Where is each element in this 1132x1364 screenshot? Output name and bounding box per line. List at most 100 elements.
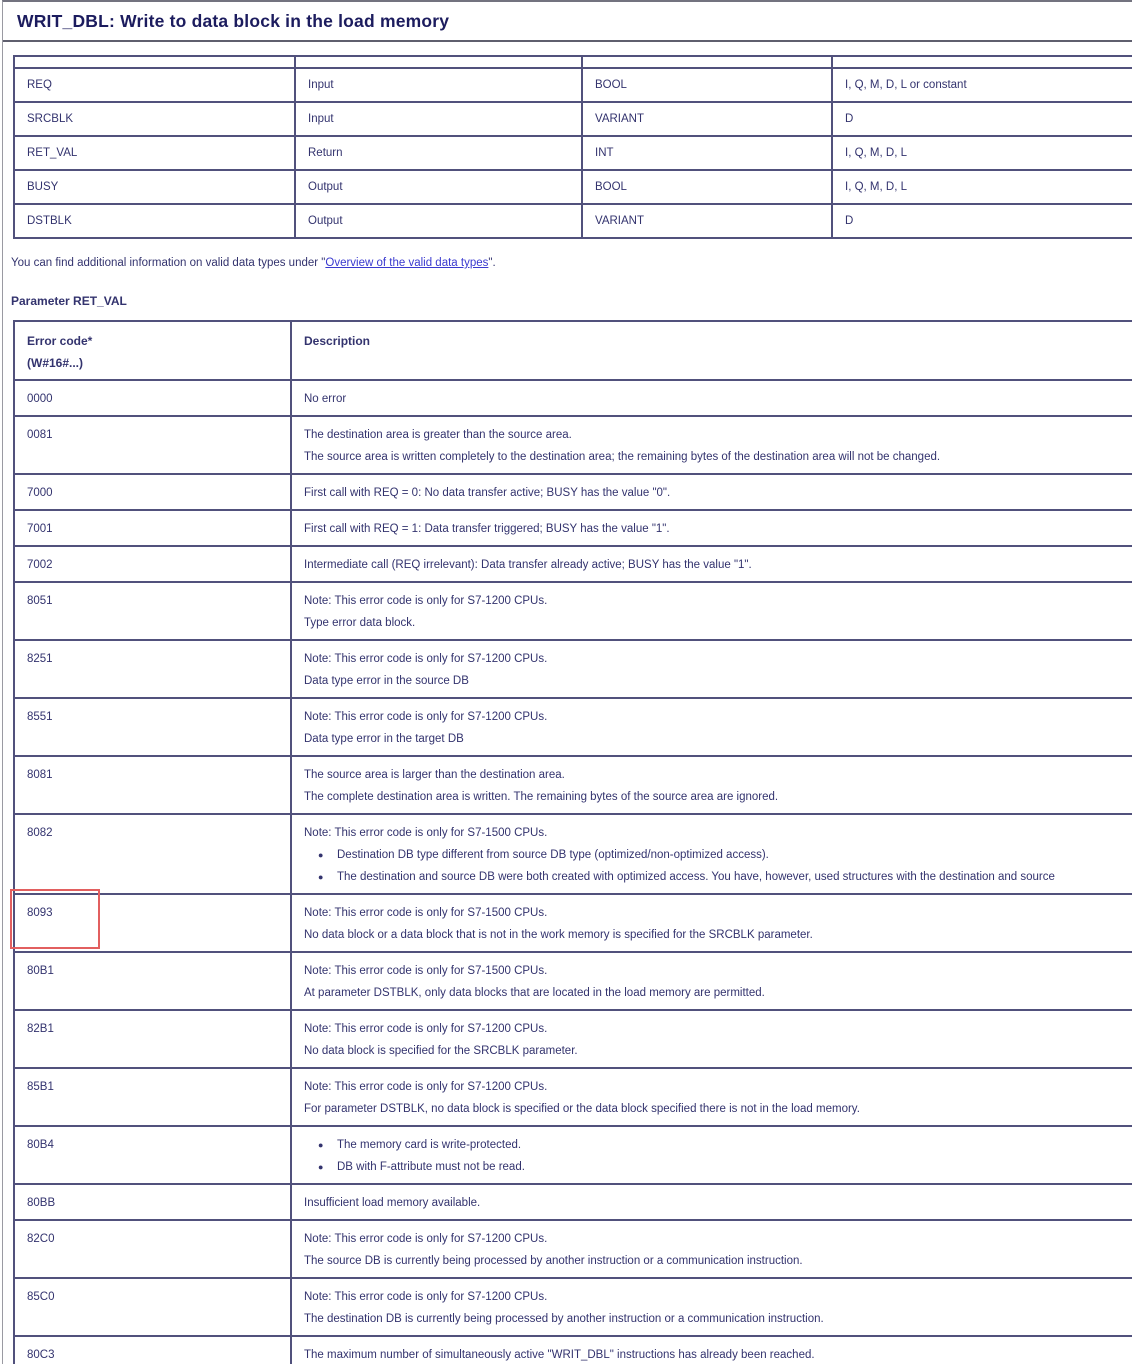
error-description-cell: Note: This error code is only for S7-120… <box>290 697 1132 757</box>
description-line: Note: This error code is only for S7-120… <box>304 711 548 723</box>
page-title: WRIT_DBL: Write to data block in the loa… <box>17 11 450 31</box>
error-code-row: 8082 Note: This error code is only for S7… <box>13 813 1132 895</box>
description-line: At parameter DSTBLK, only data blocks th… <box>304 987 765 999</box>
memory-area-cell: I, Q, M, D, L <box>831 169 1132 205</box>
description-line: First call with REQ = 1: Data transfer t… <box>304 523 670 535</box>
error-code-row: 82B1 Note: This error code is only for S7… <box>13 1009 1132 1069</box>
error-code-value: 82C0 <box>27 1233 55 1245</box>
error-description-cell: Note: This error code is only for S7-120… <box>290 1219 1132 1279</box>
error-code-value: 85B1 <box>27 1081 54 1093</box>
error-code-table: Error code* (W#16#...) Description 0000 N… <box>10 320 1132 1364</box>
error-code-value: 8551 <box>27 711 53 723</box>
parameter-row: DSTBLK Output VARIANT D <box>13 203 1132 239</box>
content-area: REQ Input BOOL I, Q, M, D, L or constant SRC… <box>3 55 1132 1364</box>
error-description-cell: The destination area is greater than the… <box>290 415 1132 475</box>
parameter-row: BUSY Output BOOL I, Q, M, D, L <box>13 169 1132 205</box>
error-description-cell: First call with REQ = 0: No data transfe… <box>290 473 1132 511</box>
error-code-cell: 0000 <box>13 379 292 417</box>
parameter-row: SRCBLK Input VARIANT D <box>13 101 1132 137</box>
error-code-value: 8093 <box>27 907 53 919</box>
error-description-cell: Note: This error code is only for S7-120… <box>290 1067 1132 1127</box>
data-type-cell: BOOL <box>581 169 833 205</box>
description-line: First call with REQ = 0: No data transfe… <box>304 487 671 499</box>
error-code-cell: 82B1 <box>13 1009 292 1069</box>
error-table-header-row: Error code* (W#16#...) Description <box>13 320 1132 381</box>
info-text-suffix: ". <box>488 257 496 269</box>
error-description-cell: Note: This error code is only for S7-120… <box>290 581 1132 641</box>
error-code-value: 8251 <box>27 653 53 665</box>
description-line: Data type error in the source DB <box>304 675 469 687</box>
error-code-row: 0081 The destination area is greater than… <box>13 415 1132 475</box>
error-code-row: 80C3 The maximum number of simultaneously… <box>13 1335 1132 1364</box>
error-code-row: 8093 Note: This error code is only for S7… <box>10 889 1132 953</box>
description-line: Note: This error code is only for S7-120… <box>304 1291 548 1303</box>
clipped-header-cell <box>831 55 1132 69</box>
error-code-row: 0000 No error <box>13 379 1132 417</box>
description-line: For parameter DSTBLK, no data block is s… <box>304 1103 860 1115</box>
error-code-row: 85B1 Note: This error code is only for S7… <box>13 1067 1132 1127</box>
error-description-cell: Note: This error code is only for S7-150… <box>290 813 1132 895</box>
description-line: Note: This error code is only for S7-150… <box>304 965 548 977</box>
error-code-value: 8081 <box>27 769 53 781</box>
parameter-name-cell: SRCBLK <box>13 101 296 137</box>
data-type-cell: VARIANT <box>581 101 833 137</box>
description-line: No data block or a data block that is no… <box>304 929 813 941</box>
error-code-value: 8051 <box>27 595 53 607</box>
declaration-cell: Return <box>294 135 583 171</box>
error-code-value: 80B4 <box>27 1139 54 1151</box>
description-line: Note: This error code is only for S7-150… <box>304 827 548 839</box>
description-line: Intermediate call (REQ irrelevant): Data… <box>304 559 752 571</box>
error-description-cell: First call with REQ = 1: Data transfer t… <box>290 509 1132 547</box>
memory-area-cell: I, Q, M, D, L or constant <box>831 67 1132 103</box>
bullet-text: Destination DB type different from sourc… <box>337 849 769 861</box>
description-line: No error <box>304 393 347 405</box>
error-code-row: 80B1 Note: This error code is only for S7… <box>13 951 1132 1011</box>
error-code-value: 7002 <box>27 559 53 571</box>
data-type-cell: BOOL <box>581 67 833 103</box>
error-code-value: 0000 <box>27 393 53 405</box>
description-line: Note: This error code is only for S7-120… <box>304 1023 548 1035</box>
error-description-cell: Insufficient load memory available. <box>290 1183 1132 1221</box>
description-line: The source DB is currently being process… <box>304 1255 803 1267</box>
clipped-header-cell <box>13 55 296 69</box>
declaration-cell: Output <box>294 203 583 239</box>
declaration-cell: Input <box>294 67 583 103</box>
error-code-cell: 8093 <box>10 889 292 953</box>
error-code-cell: 8082 <box>13 813 292 895</box>
error-code-row: 80BB Insufficient load memory available. <box>13 1183 1132 1221</box>
data-types-link[interactable]: Overview of the valid data types <box>325 257 488 269</box>
error-code-value: 82B1 <box>27 1023 54 1035</box>
error-description-cell: No error <box>290 379 1132 417</box>
error-code-header: Error code* (W#16#...) <box>13 320 292 381</box>
error-code-cell: 80B1 <box>13 951 292 1011</box>
error-description-cell: Note: This error code is only for S7-150… <box>290 893 1132 953</box>
description-line: No data block is specified for the SRCBL… <box>304 1045 578 1057</box>
data-type-cell: VARIANT <box>581 203 833 239</box>
error-description-cell: Note: This error code is only for S7-120… <box>290 1009 1132 1069</box>
description-line: The destination area is greater than the… <box>304 429 572 441</box>
clipped-header-cell <box>294 55 583 69</box>
error-code-cell: 8081 <box>13 755 292 815</box>
description-header: Description <box>290 320 1132 381</box>
description-bullet: ● DB with F-attribute must not be read. <box>304 1156 1132 1178</box>
error-code-value: 0081 <box>27 429 53 441</box>
error-code-row: 7001 First call with REQ = 1: Data transf… <box>13 509 1132 547</box>
error-description-cell: ● The memory card is write-protected. ● DB … <box>290 1125 1132 1185</box>
bullet-text: The memory card is write-protected. <box>337 1139 522 1151</box>
memory-area-cell: I, Q, M, D, L <box>831 135 1132 171</box>
error-description-cell: Note: This error code is only for S7-120… <box>290 639 1132 699</box>
error-description-cell: Note: This error code is only for S7-150… <box>290 951 1132 1011</box>
error-code-header-line1: Error code* <box>27 334 93 348</box>
error-code-value: 80BB <box>27 1197 56 1209</box>
error-code-value: 80C3 <box>27 1349 55 1361</box>
clipped-header-row <box>13 55 1132 69</box>
error-code-cell: 80B4 <box>13 1125 292 1185</box>
description-line: Type error data block. <box>304 617 416 629</box>
parameter-name-cell: BUSY <box>13 169 296 205</box>
description-bullet: ● The memory card is write-protected. <box>304 1134 1132 1156</box>
bullet-icon: ● <box>318 872 324 882</box>
error-code-cell: 80BB <box>13 1183 292 1221</box>
data-type-cell: INT <box>581 135 833 171</box>
bullet-text: DB with F-attribute must not be read. <box>337 1161 525 1173</box>
bullet-icon: ● <box>318 850 324 860</box>
